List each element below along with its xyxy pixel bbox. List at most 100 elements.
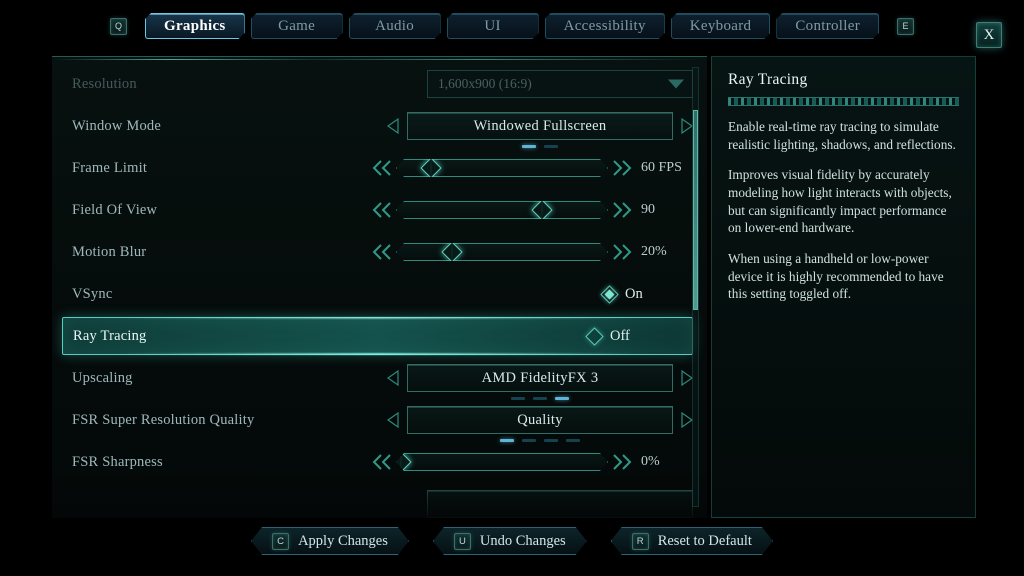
tab-game[interactable]: Game [251,13,343,39]
undo-changes-label: Undo Changes [479,532,566,549]
setting-row-vsync[interactable]: VSync On [52,273,707,315]
slider-decrease-icon[interactable] [372,159,394,177]
setting-control-window-mode: Windowed Fullscreen [372,112,693,148]
setting-control-resolution: 1,600x900 (16:9) [372,70,693,98]
chevron-down-icon [668,79,684,89]
stepper-right-arrow-icon[interactable] [679,369,693,387]
info-panel: Ray Tracing Enable real-time ray tracing… [711,56,976,518]
setting-label-vsync: VSync [72,285,113,302]
window-mode-value: Windowed Fullscreen [473,117,607,134]
setting-row-window-mode[interactable]: Window Mode Windowed Fullscreen [52,105,707,148]
setting-row-fsr-quality[interactable]: FSR Super Resolution Quality Quality [52,399,707,442]
frame-limit-track[interactable] [396,159,608,177]
diamond-unchecked-icon [585,326,604,346]
window-mode-value-box[interactable]: Windowed Fullscreen [407,112,673,148]
info-paragraph: Enable real-time ray tracing to simulate… [728,119,956,152]
vsync-toggle[interactable]: On [600,284,653,304]
fsr-quality-value: Quality [517,411,563,428]
fsr-quality-stepper: Quality [387,406,693,442]
fsr-quality-value-box[interactable]: Quality [407,406,673,442]
stepper-right-arrow-icon[interactable] [679,411,693,429]
ornament-divider [728,97,959,106]
slider-increase-icon[interactable] [610,243,632,261]
slider-increase-icon[interactable] [610,453,632,471]
slider-handle[interactable] [420,157,441,178]
setting-label-fsr-quality: FSR Super Resolution Quality [72,411,255,428]
slider-decrease-icon[interactable] [372,453,394,471]
next-tab-key-icon[interactable]: E [897,17,914,35]
setting-label-window-mode: Window Mode [72,117,162,134]
upscaling-value-box[interactable]: AMD FidelityFX 3 [407,364,673,400]
setting-control-vsync: On [372,284,693,304]
slider-decrease-icon[interactable] [372,201,394,219]
reset-key-icon: R [632,533,649,550]
setting-control-fsr-quality: Quality [372,406,693,442]
ray-tracing-toggle[interactable]: Off [585,326,638,346]
slider-handle[interactable] [441,241,462,262]
setting-control-motion-blur: 20% [372,243,701,261]
tab-audio[interactable]: Audio [349,13,441,39]
fsr-sharpness-track[interactable] [396,453,608,471]
info-paragraph: Improves visual fidelity by accurately m… [728,167,952,236]
field-of-view-track[interactable] [396,201,608,219]
setting-row-next-partial[interactable] [52,483,707,518]
close-button[interactable]: X [976,22,1002,48]
setting-control-ray-tracing: Off [373,326,678,346]
ray-tracing-value: Off [610,327,630,344]
setting-control-field-of-view: 90 [372,201,701,219]
setting-row-ray-tracing[interactable]: Ray Tracing Off [62,317,693,355]
scrollbar-thumb[interactable] [693,110,698,310]
apply-key-icon: C [272,533,289,550]
slider-increase-icon[interactable] [610,159,632,177]
undo-changes-button[interactable]: U Undo Changes [433,527,587,555]
apply-changes-button[interactable]: C Apply Changes [251,527,409,555]
tab-accessibility[interactable]: Accessibility [545,13,665,39]
settings-rows: Resolution 1,600x900 (16:9) Window Mode … [52,63,707,518]
setting-label-fsr-sharpness: FSR Sharpness [72,453,163,470]
stepper-left-arrow-icon[interactable] [387,117,401,135]
field-of-view-slider[interactable]: 90 [372,201,701,219]
setting-row-frame-limit[interactable]: Frame Limit 60 FPS [52,147,707,189]
setting-label-frame-limit: Frame Limit [72,159,148,176]
setting-control-fsr-sharpness: 0% [372,453,701,471]
tab-controller[interactable]: Controller [776,13,879,39]
setting-row-fsr-sharpness[interactable]: FSR Sharpness 0% [52,441,707,483]
stepper-right-arrow-icon[interactable] [679,117,693,135]
info-paragraph: When using a handheld or low-power devic… [728,251,944,302]
stepper-left-arrow-icon[interactable] [387,411,401,429]
stepper-left-arrow-icon[interactable] [387,369,401,387]
upscaling-value: AMD FidelityFX 3 [481,369,599,386]
setting-row-field-of-view[interactable]: Field Of View 90 [52,189,707,231]
motion-blur-track[interactable] [396,243,608,261]
setting-row-upscaling[interactable]: Upscaling AMD FidelityFX 3 [52,357,707,400]
setting-row-resolution[interactable]: Resolution 1,600x900 (16:9) [52,63,707,105]
slider-handle[interactable] [531,199,552,220]
setting-label-motion-blur: Motion Blur [72,243,147,260]
motion-blur-slider[interactable]: 20% [372,243,701,261]
partial-stepper [427,490,693,518]
frame-limit-slider[interactable]: 60 FPS [372,159,701,177]
fsr-sharpness-slider[interactable]: 0% [372,453,701,471]
partial-value-box[interactable] [427,490,693,518]
upscaling-stepper: AMD FidelityFX 3 [387,364,693,400]
setting-control-upscaling: AMD FidelityFX 3 [372,364,693,400]
prev-tab-key-icon[interactable]: Q [110,17,127,35]
window-mode-stepper: Windowed Fullscreen [387,112,693,148]
slider-decrease-icon[interactable] [372,243,394,261]
resolution-value: 1,600x900 (16:9) [438,76,532,91]
setting-label-resolution: Resolution [72,75,137,92]
info-panel-title: Ray Tracing [728,71,808,88]
setting-row-motion-blur[interactable]: Motion Blur 20% [52,231,707,273]
settings-tab-bar: Q Graphics Game Audio UI Accessibility K… [0,0,1024,52]
apply-changes-label: Apply Changes [298,532,388,549]
tab-keyboard[interactable]: Keyboard [671,13,771,39]
setting-label-field-of-view: Field Of View [72,201,158,218]
tab-ui[interactable]: UI [447,13,539,39]
diamond-checked-icon [600,284,619,304]
tab-graphics[interactable]: Graphics [145,13,245,39]
resolution-dropdown[interactable]: 1,600x900 (16:9) [427,70,693,98]
slider-increase-icon[interactable] [610,201,632,219]
setting-label-upscaling: Upscaling [72,369,133,386]
settings-scrollbar[interactable] [692,67,699,507]
reset-to-default-button[interactable]: R Reset to Default [611,527,773,555]
